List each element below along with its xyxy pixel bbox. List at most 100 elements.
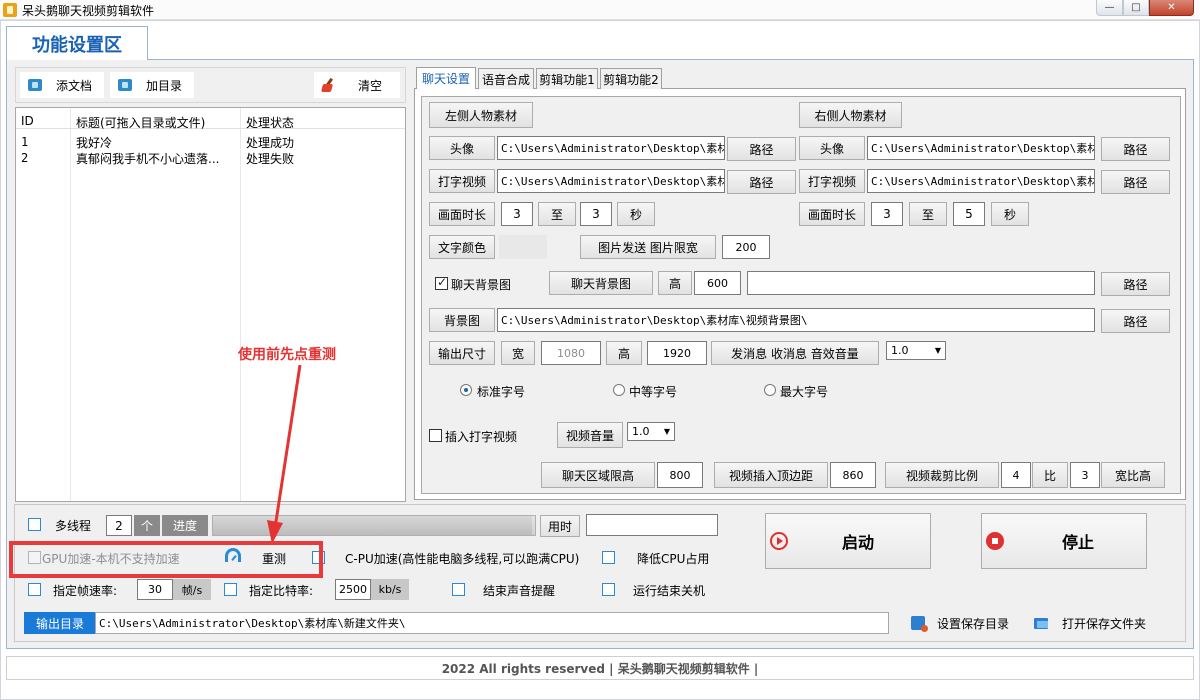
right-avatar-path-button[interactable]: 路径 (1101, 137, 1170, 161)
image-limit-width-field[interactable]: 200 (722, 235, 770, 259)
output-directory-field[interactable]: C:\Users\Administrator\Desktop\素材库\新建文件夹… (95, 612, 889, 634)
chat-background-height-label: 高 (658, 271, 692, 295)
right-typing-video-button[interactable]: 打字视频 (799, 169, 865, 193)
column-divider (240, 108, 241, 501)
output-width-label: 宽 (501, 341, 535, 365)
add-directory-label: 加目录 (146, 78, 183, 93)
start-button[interactable]: 启动 (765, 513, 931, 569)
left-avatar-path-field[interactable]: C:\Users\Administrator\Desktop\素材库\ (497, 136, 725, 160)
left-avatar-path-button[interactable]: 路径 (727, 137, 796, 161)
message-sound-volume-label: 发消息 收消息 音效音量 (711, 341, 879, 365)
insert-typing-video-label: 插入打字视频 (445, 430, 518, 444)
column-header-id[interactable]: ID (21, 114, 34, 128)
clear-button[interactable]: 清空 (314, 72, 400, 98)
folder-open-icon (1034, 617, 1048, 629)
minimize-button[interactable]: — (1096, 0, 1123, 16)
text-color-button[interactable]: 文字颜色 (429, 235, 495, 259)
chat-background-button[interactable]: 聊天背景图 (549, 271, 653, 295)
thread-unit-label: 个 (134, 515, 160, 536)
left-typing-video-path-button[interactable]: 路径 (727, 170, 796, 194)
chat-background-path-field[interactable] (747, 271, 1095, 295)
add-document-button[interactable]: 添文档 (20, 72, 104, 98)
crop-ratio-b-field[interactable]: 3 (1070, 462, 1100, 488)
row-title[interactable]: 真郁闷我手机不小心遗落... (76, 150, 219, 167)
crop-ratio-separator-label: 比 (1032, 462, 1068, 488)
maximize-button[interactable]: □ (1123, 0, 1149, 16)
tab-edit-function-1[interactable]: 剪辑功能1 (536, 68, 598, 89)
right-avatar-button[interactable]: 头像 (799, 136, 865, 160)
fps-field[interactable]: 30 (137, 579, 173, 600)
bitrate-field[interactable]: 2500 (335, 579, 371, 600)
end-sound-checkbox[interactable] (452, 583, 465, 596)
tab-chat-settings[interactable]: 聊天设置 (416, 67, 476, 89)
row-title[interactable]: 我好冷 (76, 134, 112, 151)
lower-cpu-checkbox[interactable] (602, 551, 615, 564)
annotation-arrow (267, 364, 302, 544)
stop-icon (986, 532, 1004, 550)
fps-checkbox[interactable] (28, 583, 41, 596)
right-avatar-path-field[interactable]: C:\Users\Administrator\Desktop\素材库\ (867, 136, 1095, 160)
left-typing-video-button[interactable]: 打字视频 (429, 169, 495, 193)
tab-function-settings[interactable]: 功能设置区 (6, 26, 148, 60)
background-image-path-button[interactable]: 路径 (1101, 309, 1170, 333)
right-typing-video-path-field[interactable]: C:\Users\Administrator\Desktop\素材库\ (867, 169, 1095, 193)
background-image-button[interactable]: 背景图 (429, 308, 495, 332)
close-button[interactable]: ✕ (1149, 0, 1194, 16)
image-send-limit-button[interactable]: 图片发送 图片限宽 (580, 235, 716, 259)
right-duration-to-field[interactable]: 5 (953, 202, 985, 226)
column-header-title[interactable]: 标题(可拖入目录或文件) (76, 114, 205, 131)
play-icon (770, 532, 788, 550)
bitrate-unit-label: kb/s (371, 579, 409, 600)
row-status: 处理成功 (246, 136, 295, 150)
broom-icon (322, 78, 336, 92)
window-title: 呆头鹅聊天视频剪辑软件 (22, 4, 155, 18)
crop-ratio-a-field[interactable]: 4 (1001, 462, 1031, 488)
row-id: 2 (21, 151, 29, 165)
output-height-field[interactable]: 1920 (647, 341, 707, 365)
left-duration-to-field[interactable]: 3 (580, 202, 612, 226)
left-typing-video-path-field[interactable]: C:\Users\Administrator\Desktop\素材库\ (497, 169, 725, 193)
thread-count-field[interactable]: 2 (106, 515, 132, 536)
left-duration-from-field[interactable]: 3 (501, 202, 533, 226)
tab-edit-function-2[interactable]: 剪辑功能2 (600, 68, 662, 89)
add-directory-button[interactable]: 加目录 (110, 72, 194, 98)
font-size-medium-radio[interactable] (613, 384, 625, 396)
font-size-max-radio[interactable] (764, 384, 776, 396)
background-image-path-field[interactable]: C:\Users\Administrator\Desktop\素材库\视频背景图… (497, 308, 1095, 332)
clear-label: 清空 (358, 78, 383, 93)
right-character-material-button[interactable]: 右侧人物素材 (799, 102, 902, 128)
elapsed-time-field[interactable] (586, 514, 718, 536)
output-size-label: 输出尺寸 (429, 341, 495, 365)
chat-area-height-limit-field[interactable]: 800 (657, 462, 703, 488)
font-size-standard-radio[interactable] (460, 384, 472, 396)
video-top-margin-field[interactable]: 860 (830, 462, 876, 488)
left-character-material-button[interactable]: 左侧人物素材 (429, 102, 533, 128)
right-typing-video-path-button[interactable]: 路径 (1101, 170, 1170, 194)
elapsed-time-label: 用时 (540, 515, 580, 537)
right-duration-from-field[interactable]: 3 (871, 202, 903, 226)
left-avatar-button[interactable]: 头像 (429, 136, 495, 160)
multithread-label: 多线程 (55, 519, 92, 533)
shutdown-checkbox[interactable] (602, 583, 615, 596)
tab-speech-synthesis[interactable]: 语音合成 (478, 68, 534, 89)
chat-background-checkbox[interactable] (435, 275, 448, 290)
cpu-acceleration-label: C-PU加速(高性能电脑多线程,可以跑满CPU) (345, 552, 580, 566)
document-icon (28, 79, 42, 91)
bitrate-checkbox[interactable] (224, 583, 237, 596)
set-save-directory-label: 设置保存目录 (937, 616, 1010, 631)
settings-folder-icon (911, 616, 928, 632)
video-top-margin-label: 视频插入顶边距 (714, 462, 828, 488)
message-sound-volume-select[interactable]: 1.0 (886, 341, 946, 360)
chat-area-height-limit-label: 聊天区域限高 (541, 462, 655, 488)
output-width-field[interactable]: 1080 (541, 341, 601, 365)
open-save-folder-button[interactable]: 打开保存文件夹 (1028, 611, 1156, 635)
insert-typing-video-checkbox[interactable] (429, 429, 442, 442)
multithread-checkbox[interactable] (28, 518, 41, 531)
text-color-swatch[interactable] (499, 235, 547, 259)
video-volume-select[interactable]: 1.0 (627, 422, 675, 441)
column-header-status[interactable]: 处理状态 (246, 114, 294, 131)
chat-background-height-field[interactable]: 600 (694, 271, 741, 295)
chat-background-path-button[interactable]: 路径 (1101, 272, 1170, 296)
stop-button[interactable]: 停止 (981, 513, 1147, 569)
set-save-directory-button[interactable]: 设置保存目录 (905, 611, 1021, 635)
